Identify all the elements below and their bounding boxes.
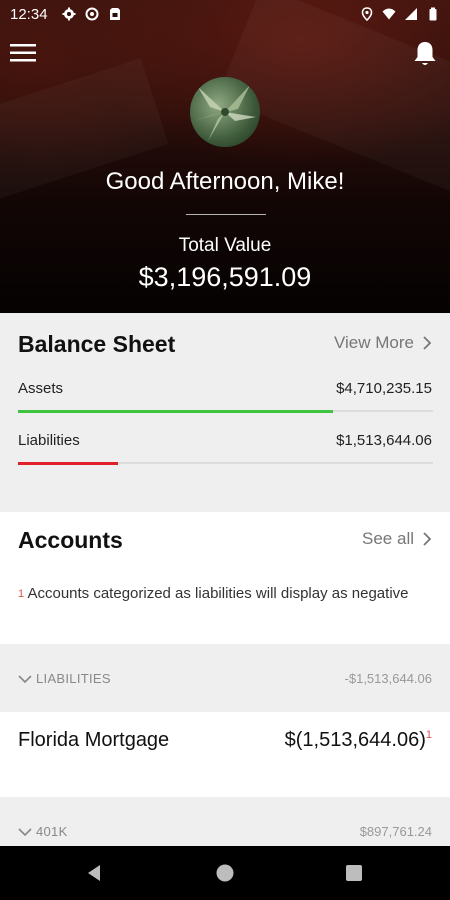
liabilities-value: $1,513,644.06: [336, 432, 432, 449]
see-all-label: See all: [362, 529, 414, 548]
settings-icon: [62, 7, 76, 21]
chevron-right-icon: [423, 532, 432, 546]
status-bar: 12:34: [0, 0, 450, 30]
section-total: -$1,513,644.06: [344, 671, 432, 686]
view-more-label: View More: [334, 333, 414, 352]
section-name-401k: 401K: [18, 824, 68, 839]
avatar-leaf-image: [194, 85, 256, 143]
section-header-liabilities[interactable]: LIABILITIES -$1,513,644.06: [0, 644, 450, 712]
chevron-down-icon: [18, 674, 32, 683]
chevron-down-icon: [18, 827, 32, 836]
liabilities-footnote: 1 Accounts categorized as liabilities wi…: [18, 584, 418, 604]
balance-sheet-card: Balance Sheet View More Assets $4,710,23…: [0, 313, 450, 493]
section-label: LIABILITIES: [36, 671, 111, 686]
liabilities-bar-track: [18, 461, 433, 465]
dashboard-header: 12:34 Good Afternoon, Mike! Total Value …: [0, 0, 450, 313]
sim-card-icon: [110, 8, 120, 20]
chevron-right-icon: [423, 336, 432, 350]
header-divider: [186, 214, 266, 215]
signal-icon: [405, 8, 417, 20]
account-name: Florida Mortgage: [18, 729, 170, 751]
liabilities-bar-fill: [18, 461, 118, 465]
footnote-text: Accounts categorized as liabilities will…: [27, 585, 409, 602]
system-nav-bar: [0, 846, 450, 900]
menu-button[interactable]: [10, 42, 38, 64]
view-more-button[interactable]: View More: [334, 333, 432, 353]
location-icon: [361, 7, 373, 21]
assets-bar-track: [18, 409, 433, 413]
battery-icon: [429, 7, 437, 21]
section-name-liabilities: LIABILITIES: [18, 671, 111, 686]
liabilities-label: Liabilities: [18, 432, 80, 449]
avatar[interactable]: [190, 77, 260, 147]
greeting: Good Afternoon, Mike!: [105, 168, 345, 195]
footnote-marker: 1: [18, 588, 25, 600]
menu-icon: [10, 44, 36, 62]
bell-icon: [414, 42, 436, 65]
assets-bar-fill: [18, 409, 334, 413]
wifi-icon: [382, 8, 396, 20]
notifications-button[interactable]: [412, 40, 438, 68]
accounts-card: Accounts See all 1 Accounts categorized …: [0, 512, 450, 644]
account-value: $(1,513,644.06)1: [285, 729, 432, 752]
section-total: $897,761.24: [359, 824, 432, 839]
assets-label: Assets: [18, 380, 64, 397]
recents-icon[interactable]: [345, 864, 363, 882]
home-icon[interactable]: [215, 863, 235, 883]
account-balance: $(1,513,644.06): [284, 729, 426, 751]
total-value-label: Total Value: [178, 235, 272, 256]
balance-sheet-title: Balance Sheet: [18, 331, 176, 357]
back-icon[interactable]: [84, 863, 104, 883]
accounts-title: Accounts: [18, 527, 123, 553]
assets-value: $4,710,235.15: [336, 380, 432, 397]
see-all-button[interactable]: See all: [362, 529, 432, 549]
account-footnote-marker: 1: [425, 729, 432, 741]
sync-icon: [85, 7, 99, 21]
account-row-florida-mortgage[interactable]: Florida Mortgage $(1,513,644.06)1: [0, 712, 450, 797]
status-time: 12:34: [10, 6, 48, 23]
total-value-amount: $3,196,591.09: [138, 262, 312, 292]
section-label: 401K: [36, 824, 68, 839]
